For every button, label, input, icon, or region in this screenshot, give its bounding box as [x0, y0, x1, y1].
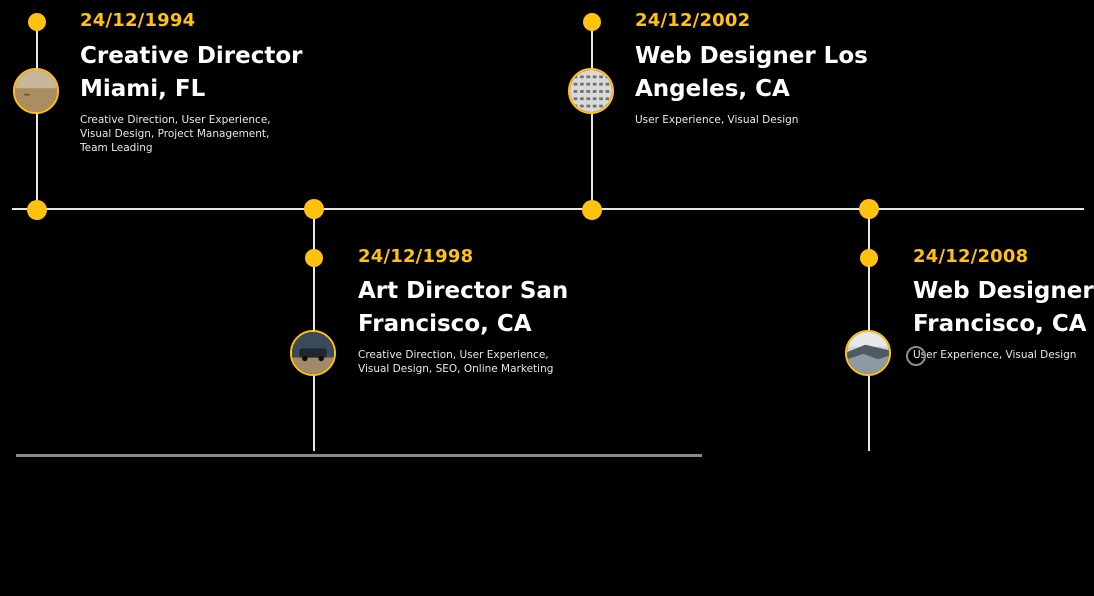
entry-top-dot — [305, 249, 323, 267]
timeline: 24/12/1994 Creative Director Miami, FL C… — [0, 0, 1094, 596]
entry-title-line2: Miami, FL — [80, 76, 206, 102]
entry-title-line1: Web Designer San — [913, 278, 1094, 304]
entry-top-dot — [28, 13, 46, 31]
entry-date: 24/12/1998 — [358, 246, 474, 267]
entry-title-line1: Art Director San — [358, 278, 569, 304]
entry-top-dot — [860, 249, 878, 267]
horizontal-scrollbar[interactable] — [16, 454, 702, 457]
axis-dot[interactable] — [859, 199, 879, 219]
entry-date: 24/12/1994 — [80, 10, 196, 31]
entry-connector-line — [591, 22, 593, 210]
entry-title-line2: Francisco, CA — [358, 311, 532, 337]
coastline-photo-avatar — [845, 330, 891, 376]
cursor-ring-icon — [906, 346, 926, 366]
entry-date: 24/12/2002 — [635, 10, 751, 31]
car-photo-avatar — [290, 330, 336, 376]
entry-date: 24/12/2008 — [913, 246, 1029, 267]
axis-dot[interactable] — [304, 199, 324, 219]
entry-title-line1: Web Designer Los — [635, 43, 868, 69]
entry-description: User Experience, Visual Design — [913, 349, 1077, 361]
axis-dot[interactable] — [582, 200, 602, 220]
entry-top-dot — [583, 13, 601, 31]
entry-title-line2: Francisco, CA — [913, 311, 1087, 337]
entry-description: Creative Direction, User Experience, Vis… — [358, 349, 554, 375]
entry-connector-line — [36, 22, 38, 210]
entry-title-line2: Angeles, CA — [635, 76, 790, 102]
entry-description: User Experience, Visual Design — [635, 114, 799, 126]
entry-description: Creative Direction, User Experience, Vis… — [80, 114, 271, 154]
axis-dot[interactable] — [27, 200, 47, 220]
building-photo-avatar — [568, 68, 614, 114]
desert-photo-avatar — [13, 68, 59, 114]
timeline-axis — [12, 208, 1084, 210]
entry-title-line1: Creative Director — [80, 43, 303, 69]
